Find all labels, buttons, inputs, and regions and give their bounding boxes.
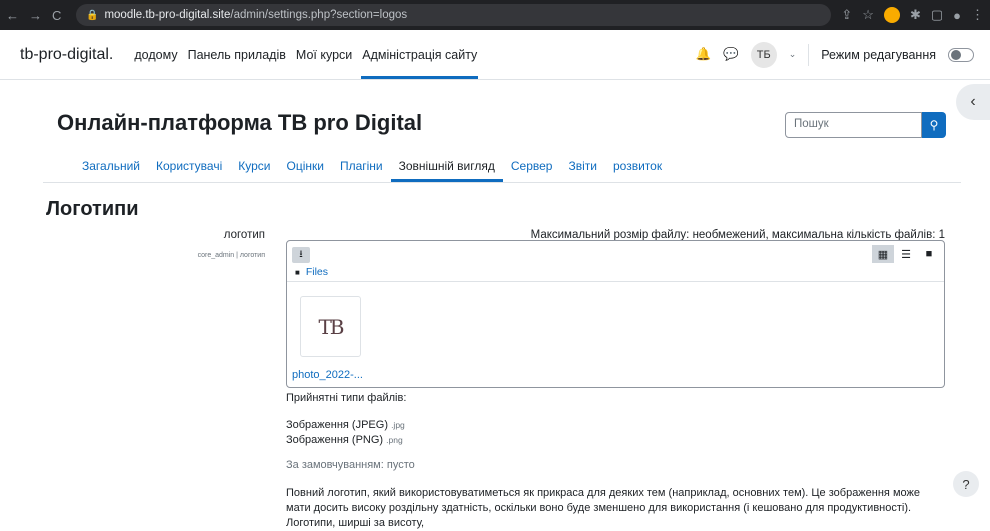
default-value: За замовчуванням: пусто [286, 459, 415, 471]
accepted-type-jpeg: Зображення (JPEG) .jpg [286, 419, 405, 431]
folder-icon: ■ [295, 268, 300, 277]
menu-icon[interactable]: ⋮ [971, 7, 984, 23]
file-thumbnail[interactable]: TB [300, 296, 361, 357]
tab-grades[interactable]: Оцінки [278, 149, 331, 182]
chevron-down-icon[interactable]: ⌄ [789, 49, 797, 60]
search-form: Пошук ⚲ [785, 112, 946, 138]
tab-server[interactable]: Сервер [503, 149, 561, 182]
page-title: Логотипи [46, 198, 139, 220]
forward-icon[interactable]: → [29, 8, 42, 23]
file-name[interactable]: photo_2022-... [292, 369, 363, 381]
file-picker: ⭳ ▦ ☰ ■ ■ Files TB photo_2022-... [286, 240, 945, 388]
site-brand[interactable]: tb-pro-digital. [20, 46, 113, 64]
profile-icon[interactable]: ● [953, 8, 961, 23]
list-view-icon[interactable]: ☰ [895, 245, 917, 263]
tab-development[interactable]: розвиток [605, 149, 670, 182]
notifications-icon[interactable]: 🔔 [696, 47, 712, 62]
tab-courses[interactable]: Курси [230, 149, 278, 182]
primary-nav: додому Панель приладів Мої курси Адмініс… [133, 30, 479, 79]
search-icon: ⚲ [929, 118, 939, 132]
setting-sublabel: core_admin | логотип [197, 252, 265, 259]
chevron-left-icon: ‹ [970, 93, 976, 110]
tab-appearance[interactable]: Зовнішній вигляд [390, 149, 503, 182]
type-png-ext: .png [386, 435, 403, 445]
open-drawer-button[interactable]: ‹ [956, 84, 990, 120]
view-switcher: ▦ ☰ ■ [872, 245, 940, 263]
extension-icon[interactable] [883, 7, 900, 23]
nav-home[interactable]: додому [133, 30, 178, 79]
reload-icon[interactable]: C [52, 8, 61, 23]
download-icon: ⭳ [299, 248, 303, 260]
back-icon[interactable]: ← [6, 8, 19, 23]
edit-mode-label: Режим редагування [821, 47, 936, 62]
nav-site-admin[interactable]: Адміністрація сайту [361, 30, 479, 79]
file-picker-toolbar: ⭳ ▦ ☰ ■ ■ Files [287, 241, 944, 282]
moodle-navbar: tb-pro-digital. додому Панель приладів М… [0, 30, 990, 80]
share-icon[interactable]: ⇪ [841, 7, 852, 23]
setting-label: логотип [223, 229, 265, 241]
tab-reports[interactable]: Звіти [560, 149, 605, 182]
puzzle-icon[interactable]: ✱ [910, 7, 921, 23]
browser-toolbar: ← → C 🔒 moodle.tb-pro-digital.site /admi… [0, 0, 990, 30]
page-header: Онлайн-платформа TB pro Digital Пошук ⚲ [57, 110, 946, 138]
user-controls: 🔔 💬 ТБ ⌄ Режим редагування [696, 41, 974, 68]
nav-my-courses[interactable]: Мої курси [295, 30, 353, 79]
question-icon: ? [962, 476, 970, 492]
avatar[interactable]: ТБ [750, 41, 777, 68]
edit-mode-toggle[interactable] [948, 47, 974, 62]
type-jpeg-ext: .jpg [391, 420, 405, 430]
admin-tabs: Загальний Користувачі Курси Оцінки Плагі… [43, 149, 961, 183]
tab-general[interactable]: Загальний [74, 149, 148, 182]
url-host: moodle.tb-pro-digital.site [104, 9, 231, 21]
address-bar[interactable]: 🔒 moodle.tb-pro-digital.site /admin/sett… [76, 4, 832, 26]
search-button[interactable]: ⚲ [922, 112, 946, 138]
type-jpeg-label: Зображення (JPEG) [286, 419, 388, 431]
tab-plugins[interactable]: Плагіни [332, 149, 391, 182]
help-button[interactable]: ? [953, 471, 979, 497]
download-button[interactable]: ⭳ [292, 247, 310, 263]
path-files[interactable]: Files [306, 266, 328, 278]
breadcrumb: ■ Files [295, 266, 328, 278]
folder-view-icon[interactable]: ■ [918, 245, 940, 263]
browser-nav: ← → C [6, 8, 76, 23]
tab-users[interactable]: Користувачі [148, 149, 230, 182]
accepted-types-title: Прийнятні типи файлів: [286, 392, 407, 404]
lock-icon: 🔒 [86, 9, 99, 21]
url-path: /admin/settings.php?section=logos [230, 9, 408, 21]
star-icon[interactable]: ☆ [862, 7, 874, 23]
search-input[interactable]: Пошук [785, 112, 922, 138]
accepted-type-png: Зображення (PNG) .png [286, 434, 403, 446]
browser-extensions: ⇪ ☆ ✱ ▢ ● ⋮ [841, 7, 984, 23]
messages-icon[interactable]: 💬 [723, 47, 739, 62]
setting-description: Повний логотип, який використовуватиметь… [286, 487, 920, 529]
nav-dashboard[interactable]: Панель приладів [187, 30, 287, 79]
sidepanel-icon[interactable]: ▢ [931, 7, 943, 23]
type-png-label: Зображення (PNG) [286, 434, 384, 446]
grid-view-icon[interactable]: ▦ [872, 245, 894, 263]
divider [808, 43, 810, 66]
